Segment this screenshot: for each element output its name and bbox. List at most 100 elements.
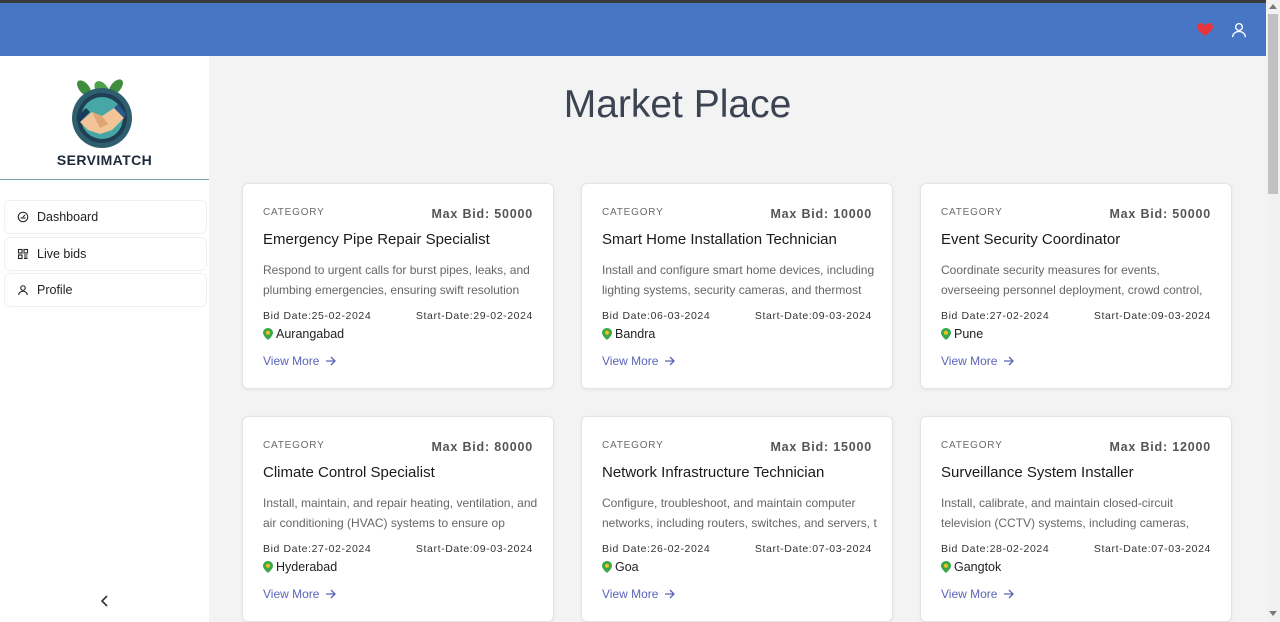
sidebar: SERVIMATCH Dashboard Live bids Profile — [0, 56, 209, 622]
job-card[interactable]: CATEGORY Max Bid: 50000 Event Security C… — [920, 183, 1232, 389]
card-description: Respond to urgent calls for burst pipes,… — [263, 263, 530, 297]
card-location: Hyderabad — [263, 560, 337, 574]
card-start-date: Start-Date:07-03-2024 — [754, 543, 872, 555]
card-bid-date: Bid Date:28-02-2024 — [941, 543, 1050, 555]
sidebar-nav: Dashboard Live bids Profile — [4, 200, 207, 310]
view-more-label: View More — [263, 354, 320, 368]
arrow-right-icon — [326, 589, 337, 599]
view-more-link[interactable]: View More — [602, 354, 676, 368]
location-pin-icon — [263, 328, 273, 340]
card-bid-date: Bid Date:25-02-2024 — [263, 310, 372, 322]
card-start-date: Start-Date:09-03-2024 — [415, 543, 533, 555]
card-location-text: Aurangabad — [276, 327, 345, 341]
arrow-right-icon — [1004, 356, 1015, 366]
view-more-link[interactable]: View More — [263, 354, 337, 368]
card-description: Install, maintain, and repair heating, v… — [263, 496, 538, 530]
arrow-right-icon — [665, 356, 676, 366]
job-card[interactable]: CATEGORY Max Bid: 15000 Network Infrastr… — [581, 416, 893, 622]
card-bid-date: Bid Date:06-03-2024 — [602, 310, 711, 322]
card-location-text: Goa — [615, 560, 639, 574]
view-more-label: View More — [941, 354, 998, 368]
collapse-sidebar-icon[interactable] — [99, 594, 111, 608]
scroll-down-arrow-icon[interactable] — [1269, 611, 1277, 616]
card-location: Gangtok — [941, 560, 1001, 574]
card-bid-date: Bid Date:27-02-2024 — [263, 543, 372, 555]
card-location-text: Pune — [954, 327, 984, 341]
sidebar-item-label: Dashboard — [37, 210, 99, 224]
card-start-date: Start-Date:07-03-2024 — [1093, 543, 1211, 555]
view-more-label: View More — [602, 354, 659, 368]
brand-logo-area: SERVIMATCH — [0, 56, 209, 180]
card-description: Install and configure smart home devices… — [602, 263, 875, 297]
card-location: Goa — [602, 560, 639, 574]
view-more-link[interactable]: View More — [941, 354, 1015, 368]
sidebar-item-label: Profile — [37, 283, 73, 297]
card-max-bid: Max Bid: 50000 — [431, 207, 533, 221]
view-more-link[interactable]: View More — [941, 587, 1015, 601]
user-icon[interactable] — [1230, 21, 1248, 39]
card-description: Install, calibrate, and maintain closed-… — [941, 496, 1190, 530]
card-location-text: Hyderabad — [276, 560, 338, 574]
page-title: Market Place — [563, 83, 792, 126]
location-pin-icon — [941, 328, 951, 340]
main-content: Market Place CATEGORY Max Bid: 50000 Eme… — [209, 56, 1266, 622]
card-description: Configure, troubleshoot, and maintain co… — [602, 496, 877, 530]
scrollbar-thumb[interactable] — [1268, 14, 1278, 194]
card-bid-date: Bid Date:26-02-2024 — [602, 543, 711, 555]
sidebar-item-label: Live bids — [37, 246, 87, 261]
top-navbar — [0, 3, 1266, 56]
card-location-text: Gangtok — [954, 560, 1002, 574]
card-category: CATEGORY — [602, 440, 664, 451]
card-location: Aurangabad — [263, 327, 344, 341]
card-max-bid: Max Bid: 50000 — [1109, 207, 1211, 221]
location-pin-icon — [602, 561, 612, 573]
card-max-bid: Max Bid: 80000 — [431, 440, 533, 454]
card-category: CATEGORY — [602, 207, 664, 218]
grid-icon — [17, 248, 29, 259]
servimatch-logo-icon[interactable] — [64, 78, 140, 150]
job-card[interactable]: CATEGORY Max Bid: 80000 Climate Control … — [242, 416, 554, 622]
sidebar-item-dashboard[interactable]: Dashboard — [4, 200, 207, 234]
card-title: Event Security Coordinator — [941, 231, 1121, 248]
card-category: CATEGORY — [941, 207, 1003, 218]
location-pin-icon — [941, 561, 951, 573]
card-location: Bandra — [602, 327, 655, 341]
scroll-up-arrow-icon[interactable] — [1269, 4, 1277, 9]
card-max-bid: Max Bid: 15000 — [770, 440, 872, 454]
heart-icon[interactable] — [1196, 20, 1214, 38]
arrow-right-icon — [665, 589, 676, 599]
card-max-bid: Max Bid: 10000 — [770, 207, 872, 221]
card-location: Pune — [941, 327, 983, 341]
view-more-label: View More — [941, 587, 998, 601]
job-card[interactable]: CATEGORY Max Bid: 10000 Smart Home Insta… — [581, 183, 893, 389]
card-category: CATEGORY — [263, 440, 325, 451]
card-category: CATEGORY — [263, 207, 325, 218]
card-start-date: Start-Date:29-02-2024 — [415, 310, 533, 322]
sidebar-item-profile[interactable]: Profile — [4, 273, 207, 307]
arrow-right-icon — [326, 356, 337, 366]
brand-name: SERVIMATCH — [56, 152, 153, 168]
card-description: Coordinate security measures for events,… — [941, 263, 1203, 297]
card-location-text: Bandra — [615, 327, 656, 341]
view-more-label: View More — [263, 587, 320, 601]
card-start-date: Start-Date:09-03-2024 — [1093, 310, 1211, 322]
user-icon — [18, 285, 28, 296]
location-pin-icon — [602, 328, 612, 340]
vertical-scrollbar[interactable] — [1266, 0, 1280, 622]
dashboard-icon — [17, 211, 29, 223]
card-title: Emergency Pipe Repair Specialist — [263, 231, 490, 248]
job-card[interactable]: CATEGORY Max Bid: 12000 Surveillance Sys… — [920, 416, 1232, 622]
view-more-link[interactable]: View More — [602, 587, 676, 601]
job-card[interactable]: CATEGORY Max Bid: 50000 Emergency Pipe R… — [242, 183, 554, 389]
card-title: Network Infrastructure Technician — [602, 464, 825, 481]
view-more-label: View More — [602, 587, 659, 601]
card-title: Climate Control Specialist — [263, 464, 435, 481]
card-category: CATEGORY — [941, 440, 1003, 451]
location-pin-icon — [263, 561, 273, 573]
card-bid-date: Bid Date:27-02-2024 — [941, 310, 1050, 322]
view-more-link[interactable]: View More — [263, 587, 337, 601]
card-start-date: Start-Date:09-03-2024 — [754, 310, 872, 322]
sidebar-item-live-bids[interactable]: Live bids — [4, 236, 207, 271]
arrow-right-icon — [1004, 589, 1015, 599]
card-title: Smart Home Installation Technician — [602, 231, 837, 248]
